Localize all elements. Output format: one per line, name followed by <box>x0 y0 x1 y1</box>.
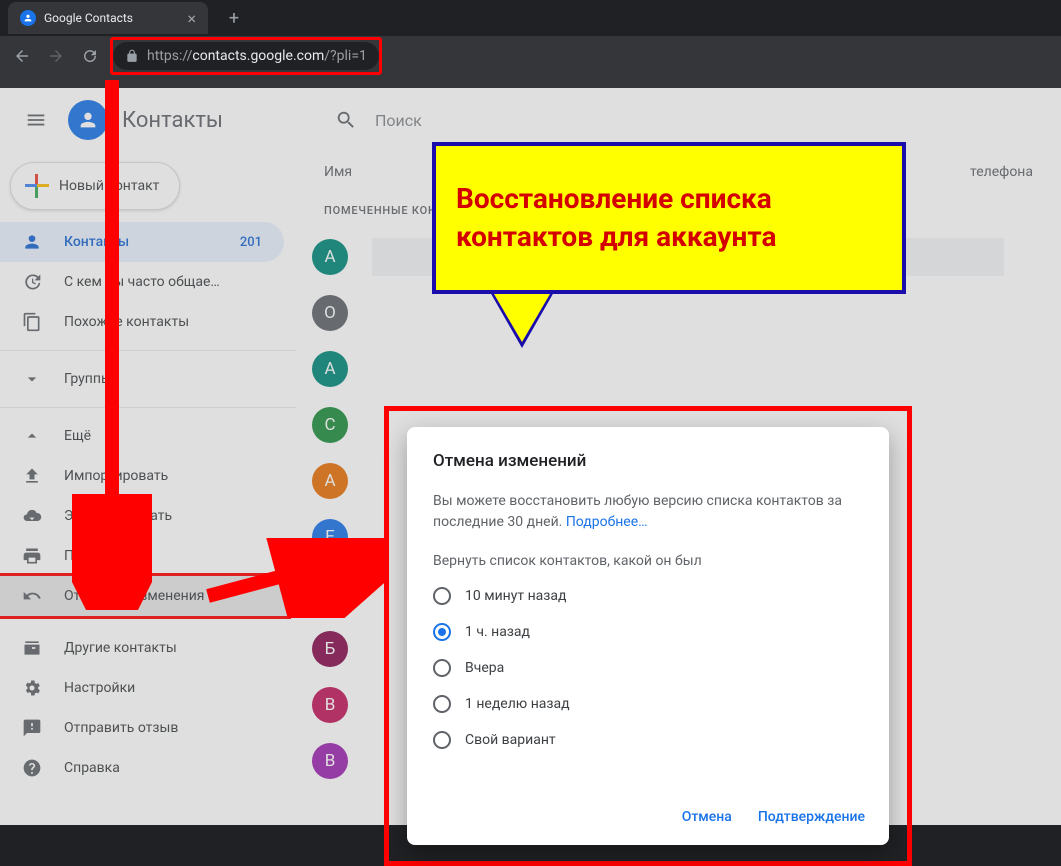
url-scheme: https:// <box>147 48 192 64</box>
sidebar-item-frequent[interactable]: С кем вы часто общае… <box>0 262 284 302</box>
forward-button[interactable] <box>42 42 70 70</box>
radio-icon <box>433 695 451 713</box>
reload-button[interactable] <box>76 42 104 70</box>
history-icon <box>22 272 42 292</box>
avatar: E <box>312 519 348 555</box>
feedback-icon <box>22 718 42 738</box>
url-host: contacts.google.com <box>192 48 324 64</box>
avatar: Б <box>312 631 348 667</box>
dialog-title: Отмена изменений <box>433 451 863 471</box>
radio-option[interactable]: 10 минут назад <box>433 587 863 605</box>
sidebar-groups-toggle[interactable]: Группы <box>0 359 284 399</box>
app-logo <box>68 100 108 140</box>
browser-tab[interactable]: Google Contacts × <box>8 2 208 34</box>
sidebar-item-merge[interactable]: Похожие контакты <box>0 302 284 342</box>
radio-icon <box>433 731 451 749</box>
sidebar-item-print[interactable]: Печать <box>0 536 284 576</box>
annotation-callout: Восстановление списка контактов для акка… <box>432 142 906 294</box>
upload-icon <box>22 466 42 486</box>
dialog-cancel-button[interactable]: Отмена <box>682 809 732 825</box>
sidebar-more-toggle[interactable]: Ещё <box>0 416 284 456</box>
sidebar-item-other[interactable]: Другие контакты <box>0 628 284 668</box>
column-phone: телефона <box>970 164 1033 180</box>
dialog-subheading: Вернуть список контактов, какой он был <box>433 553 863 569</box>
avatar: A <box>312 575 348 611</box>
person-icon <box>20 10 36 26</box>
avatar: A <box>312 463 348 499</box>
hamburger-menu[interactable] <box>12 96 60 144</box>
close-icon[interactable]: × <box>187 9 196 28</box>
radio-icon <box>433 587 451 605</box>
archive-icon <box>22 638 42 658</box>
plus-icon <box>25 174 49 198</box>
print-icon <box>22 546 42 566</box>
avatar: B <box>312 687 348 723</box>
chevron-up-icon <box>22 426 42 446</box>
radio-option[interactable]: 1 неделю назад <box>433 695 863 713</box>
new-contact-button[interactable]: Новый контакт <box>10 162 180 210</box>
avatar: C <box>312 407 348 443</box>
radio-icon <box>433 623 451 641</box>
search-field[interactable]: Поиск <box>329 109 1009 131</box>
avatar: A <box>312 351 348 387</box>
download-cloud-icon <box>22 506 42 526</box>
avatar: A <box>312 239 348 275</box>
lock-icon <box>125 49 139 63</box>
contact-row[interactable]: A <box>300 341 1057 397</box>
gear-icon <box>22 678 42 698</box>
new-tab-button[interactable]: + <box>220 4 248 32</box>
dialog-confirm-button[interactable]: Подтверждение <box>758 809 865 825</box>
chevron-down-icon <box>22 369 42 389</box>
sidebar-item-help[interactable]: Справка <box>0 748 284 788</box>
radio-icon <box>433 659 451 677</box>
sidebar-item-export[interactable]: Экспортировать <box>0 496 284 536</box>
radio-option[interactable]: Свой вариант <box>433 731 863 749</box>
back-button[interactable] <box>8 42 36 70</box>
address-bar[interactable]: https://contacts.google.com/?pli=1 <box>113 42 379 70</box>
dialog-description: Вы можете восстановить любую версию спис… <box>433 491 863 533</box>
url-path: /?pli=1 <box>324 48 367 64</box>
search-icon <box>335 109 357 131</box>
app-title: Контакты <box>122 108 223 133</box>
avatar: B <box>312 743 348 779</box>
help-icon <box>22 758 42 778</box>
sidebar-item-contacts[interactable]: Контакты 201 <box>0 222 284 262</box>
person-icon <box>22 232 42 252</box>
sidebar-item-import[interactable]: Импортировать <box>0 456 284 496</box>
search-label: Поиск <box>375 111 422 130</box>
tab-title: Google Contacts <box>44 11 133 25</box>
radio-option[interactable]: Вчера <box>433 659 863 677</box>
dialog-undo-changes: Отмена изменений Вы можете восстановить … <box>384 406 912 866</box>
radio-option[interactable]: 1 ч. назад <box>433 623 863 641</box>
undo-icon <box>22 586 42 606</box>
browser-tab-strip: Google Contacts × + <box>0 0 1061 36</box>
avatar: O <box>312 295 348 331</box>
sidebar: Новый контакт Контакты 201 С кем вы част… <box>0 152 296 825</box>
sidebar-item-settings[interactable]: Настройки <box>0 668 284 708</box>
sidebar-item-feedback[interactable]: Отправить отзыв <box>0 708 284 748</box>
copy-icon <box>22 312 42 332</box>
learn-more-link[interactable]: Подробнее… <box>566 514 648 530</box>
sidebar-item-undo-changes[interactable]: Отменить изменения <box>0 576 288 616</box>
